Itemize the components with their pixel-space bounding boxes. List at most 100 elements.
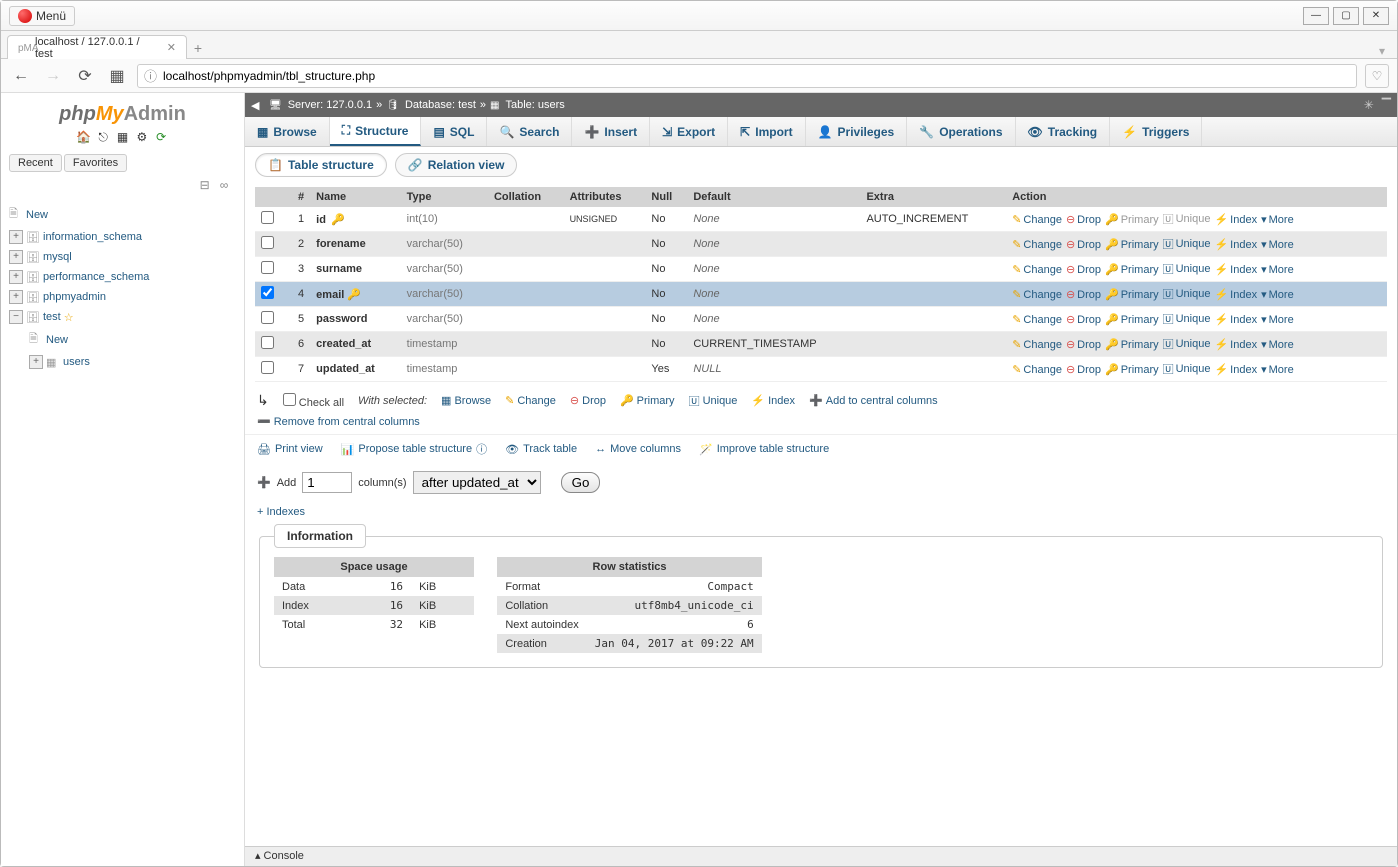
move-columns[interactable]: ↔Move columns	[595, 441, 681, 457]
tab-import[interactable]: ⇱Import	[728, 117, 805, 146]
expand-icon[interactable]: +	[9, 230, 23, 244]
action-drop[interactable]: ⊖Drop	[1066, 338, 1101, 351]
minimize-button[interactable]: —	[1303, 7, 1329, 25]
action-change[interactable]: ✎Change	[1012, 363, 1062, 376]
tab-insert[interactable]: ➕Insert	[572, 117, 650, 146]
batch-unique[interactable]: 🅄Unique	[689, 393, 738, 409]
row-checkbox[interactable]	[261, 236, 274, 249]
batch-browse[interactable]: ▦Browse	[441, 394, 491, 407]
tree-db-mysql[interactable]: +🗄mysql	[9, 247, 236, 267]
reload-button[interactable]: ⟳	[73, 64, 97, 88]
new-tab-button[interactable]: +	[187, 38, 209, 58]
bc-server[interactable]: Server: 127.0.0.1	[288, 99, 372, 111]
url-field[interactable]: ⓘ	[137, 64, 1357, 88]
collapse-sidebar-icon[interactable]: ⊟	[197, 178, 213, 194]
speed-dial-button[interactable]: ▦	[105, 64, 129, 88]
bc-table[interactable]: Table: users	[505, 99, 564, 111]
action-more[interactable]: ▾More	[1261, 238, 1294, 251]
tab-export[interactable]: ⇲Export	[650, 117, 728, 146]
action-more[interactable]: ▾More	[1261, 263, 1294, 276]
action-index[interactable]: ⚡Index	[1214, 263, 1257, 276]
tab-sql[interactable]: ▤SQL	[421, 117, 487, 146]
panel-collapse-icon[interactable]: ◀	[251, 99, 265, 112]
link-icon[interactable]: ∞	[216, 178, 232, 194]
action-primary[interactable]: 🔑Primary	[1105, 313, 1159, 326]
action-unique[interactable]: 🅄Unique	[1163, 236, 1211, 252]
action-index[interactable]: ⚡Index	[1214, 313, 1257, 326]
row-checkbox[interactable]	[261, 361, 274, 374]
action-more[interactable]: ▾More	[1261, 288, 1294, 301]
tree-new[interactable]: 🗎 New	[9, 202, 236, 227]
page-settings-icon[interactable]: ✳	[1364, 98, 1374, 112]
maximize-button[interactable]: ▢	[1333, 7, 1359, 25]
subtab-table-structure[interactable]: 📋Table structure	[255, 153, 387, 177]
action-drop[interactable]: ⊖Drop	[1066, 213, 1101, 226]
action-index[interactable]: ⚡Index	[1214, 213, 1257, 226]
action-primary[interactable]: 🔑Primary	[1105, 238, 1159, 251]
action-drop[interactable]: ⊖Drop	[1066, 288, 1101, 301]
action-more[interactable]: ▾More	[1261, 313, 1294, 326]
batch-primary[interactable]: 🔑Primary	[620, 394, 675, 407]
row-checkbox[interactable]	[261, 311, 274, 324]
action-index[interactable]: ⚡Index	[1214, 238, 1257, 251]
action-unique[interactable]: 🅄Unique	[1163, 361, 1211, 377]
check-all[interactable]: Check all	[283, 393, 344, 409]
tab-menu-icon[interactable]: ▾	[1379, 44, 1391, 58]
action-change[interactable]: ✎Change	[1012, 288, 1062, 301]
batch-index[interactable]: ⚡Index	[751, 394, 795, 407]
tab-triggers[interactable]: ⚡Triggers	[1110, 117, 1202, 146]
recent-button[interactable]: Recent	[9, 154, 62, 172]
back-button[interactable]: ←	[9, 64, 33, 88]
tab-browse[interactable]: ▦Browse	[245, 117, 330, 146]
sql-icon[interactable]: ▦	[115, 130, 131, 146]
console-bar[interactable]: ▴Console	[245, 846, 1397, 866]
action-more[interactable]: ▾More	[1261, 338, 1294, 351]
action-change[interactable]: ✎Change	[1012, 338, 1062, 351]
action-drop[interactable]: ⊖Drop	[1066, 238, 1101, 251]
tab-search[interactable]: 🔍Search	[487, 117, 572, 146]
action-index[interactable]: ⚡Index	[1214, 363, 1257, 376]
tab-privileges[interactable]: 👤Privileges	[806, 117, 908, 146]
page-collapse-icon[interactable]: ▔	[1382, 98, 1391, 112]
action-unique[interactable]: 🅄Unique	[1163, 261, 1211, 277]
check-all-checkbox[interactable]	[283, 393, 296, 406]
logout-icon[interactable]: ⎋	[95, 130, 111, 146]
tree-db-performance-schema[interactable]: +🗄performance_schema	[9, 267, 236, 287]
action-change[interactable]: ✎Change	[1012, 238, 1062, 251]
action-more[interactable]: ▾More	[1261, 213, 1294, 226]
reload-icon[interactable]: ⟳	[153, 130, 169, 146]
url-input[interactable]	[163, 69, 1350, 83]
row-checkbox[interactable]	[261, 286, 274, 299]
action-change[interactable]: ✎Change	[1012, 213, 1062, 226]
tree-db-phpmyadmin[interactable]: +🗄phpmyadmin	[9, 287, 236, 307]
expand-icon[interactable]: +	[9, 290, 23, 304]
action-unique[interactable]: 🅄Unique	[1163, 211, 1211, 227]
favorites-button[interactable]: Favorites	[64, 154, 127, 172]
batch-add-central[interactable]: ➕Add to central columns	[809, 394, 938, 407]
tab-close-icon[interactable]: ✕	[167, 41, 176, 54]
expand-icon[interactable]: +	[9, 250, 23, 264]
opera-menu-button[interactable]: Menü	[9, 6, 75, 26]
collapse-icon[interactable]: −	[9, 310, 23, 324]
action-change[interactable]: ✎Change	[1012, 313, 1062, 326]
tab-structure[interactable]: ⛶Structure	[330, 117, 422, 146]
browser-tab-active[interactable]: pMA localhost / 127.0.0.1 / test ✕	[7, 35, 187, 59]
propose-structure[interactable]: 📊Propose table structure ⓘ	[341, 441, 487, 457]
action-drop[interactable]: ⊖Drop	[1066, 363, 1101, 376]
action-drop[interactable]: ⊖Drop	[1066, 263, 1101, 276]
add-position-select[interactable]: after updated_at	[413, 471, 541, 494]
action-unique[interactable]: 🅄Unique	[1163, 286, 1211, 302]
bc-database[interactable]: Database: test	[405, 99, 476, 111]
action-index[interactable]: ⚡Index	[1214, 338, 1257, 351]
row-checkbox[interactable]	[261, 261, 274, 274]
add-go-button[interactable]: Go	[561, 472, 601, 493]
batch-drop[interactable]: ⊖Drop	[570, 394, 606, 407]
tab-operations[interactable]: 🔧Operations	[907, 117, 1015, 146]
close-window-button[interactable]: ✕	[1363, 7, 1389, 25]
row-checkbox[interactable]	[261, 336, 274, 349]
action-primary[interactable]: 🔑Primary	[1105, 288, 1159, 301]
action-primary[interactable]: 🔑Primary	[1105, 263, 1159, 276]
tree-table-users[interactable]: +▦users	[9, 352, 236, 372]
tree-db-test[interactable]: −🗄test ☆	[9, 307, 236, 327]
tab-tracking[interactable]: 👁Tracking	[1016, 117, 1111, 146]
